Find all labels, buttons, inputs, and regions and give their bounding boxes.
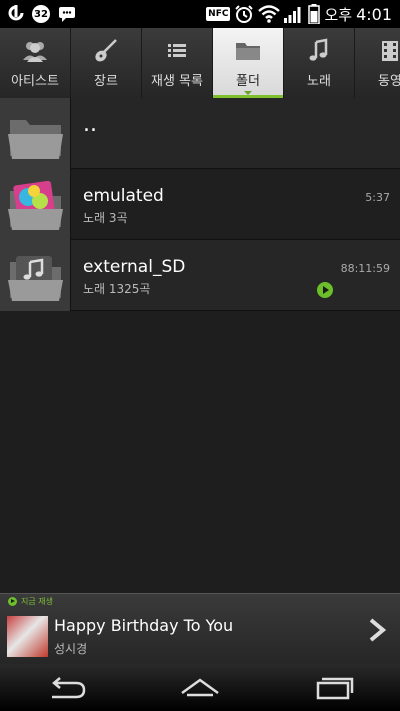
guitar-icon: [95, 38, 117, 61]
folder-duration: 5:37: [365, 191, 390, 204]
active-tab-indicator: [244, 91, 252, 95]
folder-icon: [8, 120, 63, 159]
recent-apps-icon[interactable]: [310, 673, 356, 703]
tab-label: 아티스트: [11, 73, 59, 89]
folder-row-parent[interactable]: ..: [0, 98, 400, 169]
folder-duration: 88:11:59: [340, 262, 390, 275]
folder-thumbnail: [0, 240, 71, 311]
folder-thumbnail: [0, 98, 71, 169]
song-count: 노래 1325곡: [83, 282, 151, 296]
notification-badge: 32: [32, 5, 50, 23]
folder-name: external_SD: [83, 257, 186, 277]
tab-genres[interactable]: 장르: [71, 28, 142, 98]
tab-playlists[interactable]: 재생 목록: [142, 28, 213, 98]
wifi-icon: [258, 5, 281, 23]
signal-icon: [284, 7, 301, 23]
folder-list: .. emulated 노래 3곡 5:37 external_SD 노래 13…: [0, 98, 400, 311]
time-ampm: 오후: [324, 5, 353, 24]
playlist-icon: [168, 43, 186, 57]
battery-icon: [308, 4, 321, 24]
folder-name: ..: [83, 112, 97, 137]
now-playing-label: 지금 재생: [21, 597, 53, 606]
track-title: Happy Birthday To You: [54, 616, 234, 635]
status-bar: 32 NFC 오후 4:01: [0, 0, 400, 28]
library-tabs: 아티스트 장르 재생 목록 폴더 노래 동영: [0, 28, 400, 100]
tab-label: 동영: [378, 73, 400, 89]
home-icon[interactable]: [177, 673, 223, 703]
back-icon[interactable]: [44, 673, 90, 703]
navigation-bar: [0, 664, 400, 711]
folder-thumbnail: [0, 169, 71, 240]
alarm-icon: [235, 5, 254, 23]
tab-label: 폴더: [236, 73, 260, 89]
folder-icon: [8, 180, 63, 230]
tab-artists[interactable]: 아티스트: [0, 28, 71, 98]
now-playing-icon: [317, 282, 333, 298]
chevron-right-icon[interactable]: [366, 618, 388, 642]
folder-row[interactable]: emulated 노래 3곡 5:37: [0, 169, 400, 240]
track-artist: 성시경: [54, 642, 88, 656]
tab-videos[interactable]: 동영: [355, 28, 400, 98]
tab-songs[interactable]: 노래: [284, 28, 355, 98]
nfc-icon: NFC: [206, 7, 231, 21]
folder-row[interactable]: external_SD 노래 1325곡 88:11:59: [0, 240, 400, 311]
tab-label: 재생 목록: [151, 73, 203, 89]
music-note-icon: [309, 37, 328, 61]
song-count: 노래 3곡: [83, 211, 128, 225]
tab-folders[interactable]: 폴더: [213, 28, 284, 98]
mini-player[interactable]: 지금 재생 Happy Birthday To You 성시경: [0, 593, 400, 665]
folder-icon: [236, 42, 260, 60]
album-art[interactable]: [7, 616, 48, 657]
music-folder-icon: [8, 256, 63, 301]
messenger-icon: [59, 7, 75, 22]
tab-label: 노래: [307, 73, 331, 89]
tab-label: 장르: [94, 73, 118, 89]
folder-name: emulated: [83, 186, 164, 206]
play-icon: [8, 597, 17, 606]
artist-icon: [23, 41, 47, 62]
video-icon: [382, 40, 398, 61]
carrier-icon: [8, 5, 24, 21]
now-playing-indicator: 지금 재생: [8, 596, 53, 607]
clock: 4:01: [356, 4, 392, 24]
